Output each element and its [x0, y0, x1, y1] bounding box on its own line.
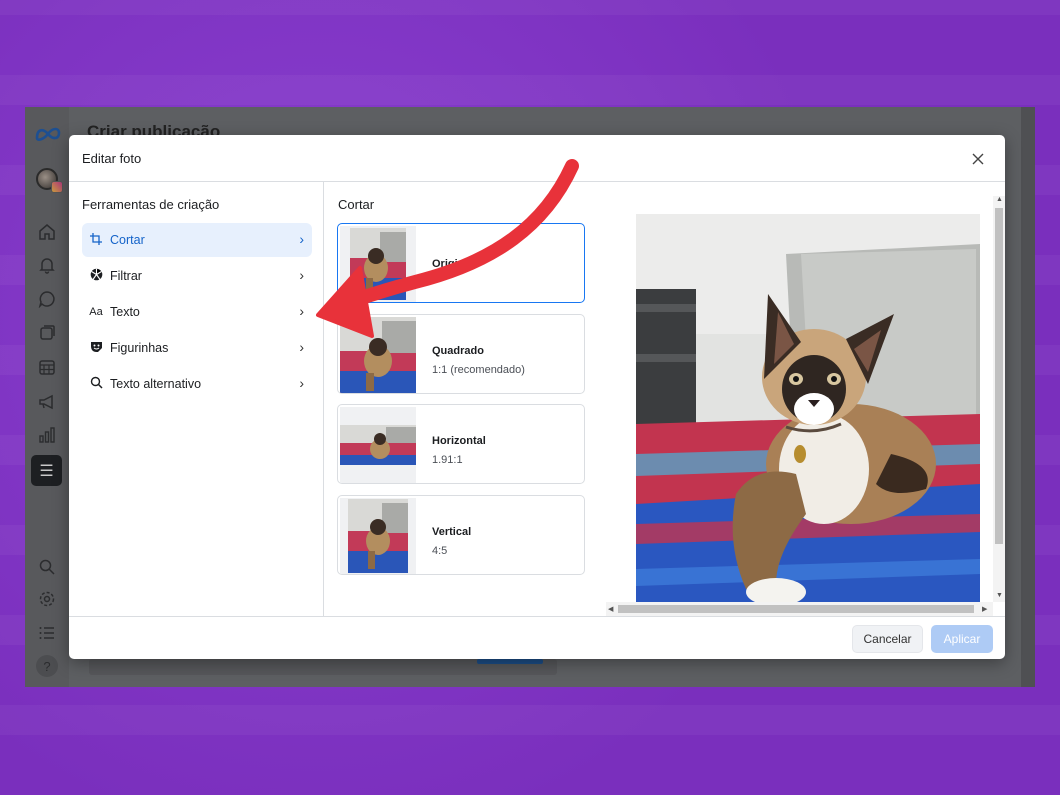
modal-footer: Cancelar Aplicar [69, 616, 1005, 659]
cat-thumbnail-horizontal [340, 425, 416, 465]
search-icon[interactable] [35, 555, 59, 579]
tool-filter[interactable]: Filtrar › [82, 259, 312, 293]
app-scrollbar[interactable] [1021, 107, 1035, 687]
tools-heading: Ferramentas de criação [82, 197, 220, 212]
crop-option-name: Quadrado [432, 345, 484, 357]
crop-option-original[interactable]: Original [337, 223, 585, 303]
meta-logo-icon[interactable] [34, 125, 62, 143]
photo-preview-area: ▲ ▼ ◀ ▶ [606, 182, 1005, 616]
scroll-left-icon[interactable]: ◀ [608, 605, 613, 613]
horizontal-scrollbar[interactable]: ◀ ▶ [606, 602, 993, 616]
photo-preview[interactable] [636, 214, 980, 603]
notifications-icon[interactable] [35, 253, 59, 277]
tool-crop-label: Cortar [110, 233, 145, 247]
settings-icon[interactable] [35, 587, 59, 611]
help-icon[interactable]: ? [36, 655, 58, 677]
search-icon [88, 376, 104, 392]
app-publish-button[interactable] [477, 659, 543, 664]
crop-panel: Cortar Original Quadrado 1:1 (recomendad… [325, 182, 606, 616]
scroll-up-icon[interactable]: ▲ [996, 196, 1003, 203]
horizontal-scroll-thumb[interactable] [618, 605, 974, 613]
chevron-right-icon: › [299, 375, 304, 391]
app-sidebar: ☰ ? [25, 107, 69, 687]
menu-icon[interactable]: ☰ [31, 455, 62, 486]
chevron-right-icon: › [299, 231, 304, 247]
filter-icon [88, 268, 104, 284]
chevron-right-icon: › [299, 267, 304, 283]
tool-alt-text[interactable]: Texto alternativo › [82, 367, 312, 401]
close-icon[interactable] [968, 149, 988, 169]
scroll-right-icon[interactable]: ▶ [982, 605, 987, 613]
crop-thumbnail [340, 407, 416, 483]
chevron-right-icon: › [299, 303, 304, 319]
tool-alt-text-label: Texto alternativo [110, 377, 202, 391]
scroll-down-icon[interactable]: ▼ [996, 592, 1003, 599]
chevron-right-icon: › [299, 339, 304, 355]
messages-icon[interactable] [35, 287, 59, 311]
sticker-icon [88, 340, 104, 356]
crop-thumbnail [340, 498, 416, 574]
crop-thumbnail [340, 226, 416, 302]
crop-option-square[interactable]: Quadrado 1:1 (recomendado) [337, 314, 585, 394]
cat-thumbnail-vertical [348, 499, 408, 573]
cat-thumbnail-square [340, 317, 416, 393]
crop-thumbnail [340, 317, 416, 393]
tool-stickers[interactable]: Figurinhas › [82, 331, 312, 365]
modal-header: Editar foto [69, 135, 1005, 182]
list-icon[interactable] [35, 621, 59, 645]
planner-icon[interactable] [35, 355, 59, 379]
insights-icon[interactable] [35, 423, 59, 447]
tool-stickers-label: Figurinhas [110, 341, 169, 355]
cancel-button[interactable]: Cancelar [852, 625, 923, 653]
crop-option-ratio: 4:5 [432, 545, 448, 557]
vertical-scroll-thumb[interactable] [995, 208, 1003, 544]
tool-crop[interactable]: Cortar › [82, 223, 312, 257]
crop-option-horizontal[interactable]: Horizontal 1.91:1 [337, 404, 585, 484]
crop-option-ratio: 1:1 (recomendado) [432, 364, 525, 376]
tools-panel: Ferramentas de criação Cortar › Filtrar … [69, 182, 324, 616]
apply-button[interactable]: Aplicar [931, 625, 993, 653]
crop-option-name: Original [432, 258, 474, 270]
tool-filter-label: Filtrar [110, 269, 142, 283]
crop-option-name: Horizontal [432, 435, 486, 447]
tool-text-label: Texto [110, 305, 140, 319]
cat-photo [636, 214, 980, 603]
crop-heading: Cortar [338, 197, 375, 212]
crop-option-vertical[interactable]: Vertical 4:5 [337, 495, 585, 575]
home-icon[interactable] [35, 220, 59, 244]
modal-title: Editar foto [82, 151, 142, 166]
text-icon: Aa [89, 306, 103, 318]
instagram-badge-icon [51, 181, 63, 193]
tool-text[interactable]: Aa Texto › [82, 295, 312, 329]
crop-option-name: Vertical [432, 526, 472, 538]
content-icon[interactable] [35, 321, 59, 345]
cat-thumbnail-original [350, 228, 406, 300]
edit-photo-modal: Editar foto Ferramentas de criação Corta… [69, 135, 1005, 659]
crop-option-ratio: 1.91:1 [432, 454, 463, 466]
crop-icon [88, 232, 104, 248]
ads-icon[interactable] [35, 390, 59, 414]
vertical-scrollbar[interactable]: ▲ ▼ [993, 196, 1005, 602]
